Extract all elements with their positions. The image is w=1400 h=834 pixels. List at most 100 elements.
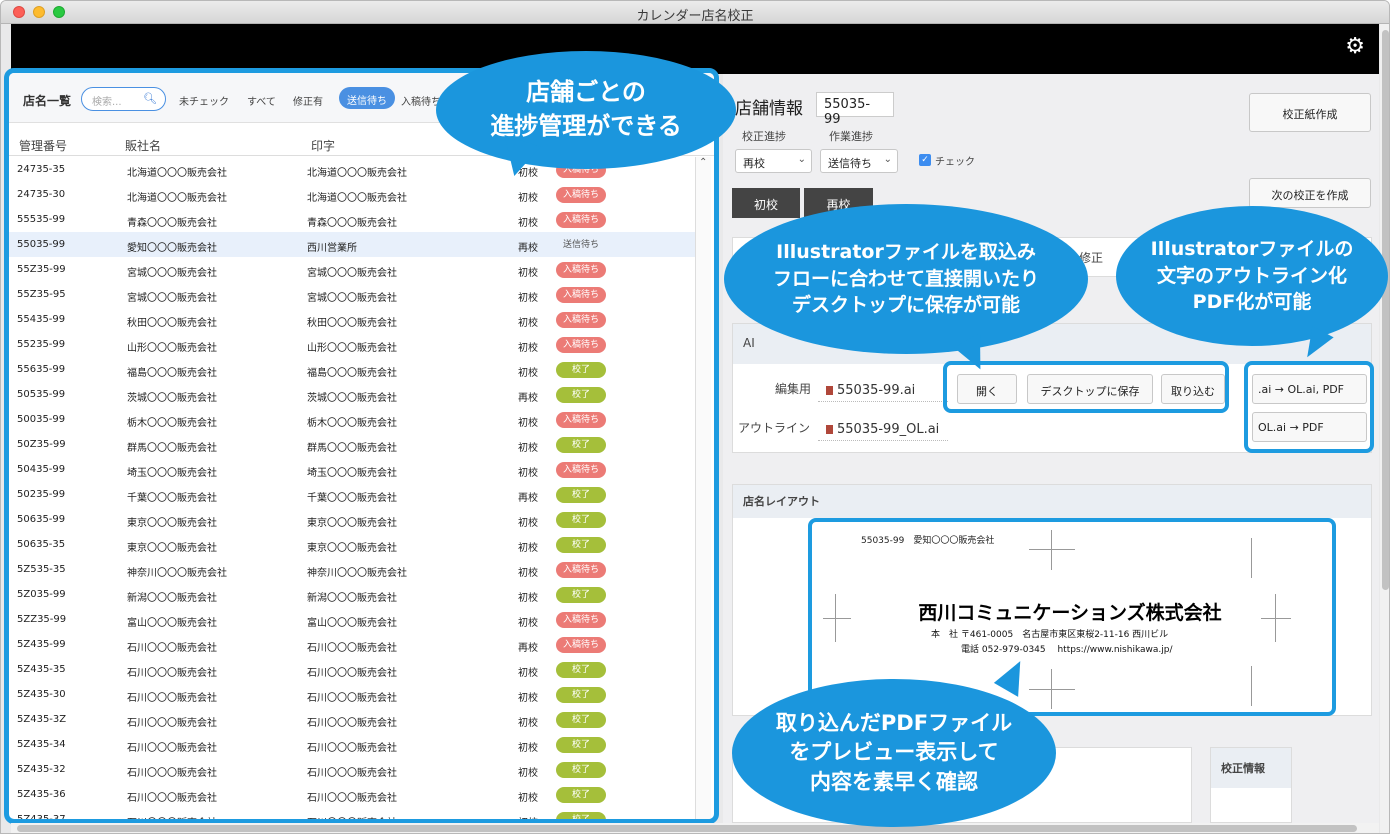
shop-id-field[interactable]: 55035-99: [816, 92, 894, 127]
table-row[interactable]: 5Z435-36 石川〇〇〇販売会社 石川〇〇〇販売会社 初校 校了: [9, 782, 697, 807]
proof-progress-select[interactable]: 再校 ⌄: [735, 149, 812, 173]
search-input[interactable]: 検索... 🔍︎: [81, 87, 166, 111]
tab-first-proof[interactable]: 初校: [732, 188, 800, 218]
filter-unchecked[interactable]: 未チェック: [179, 93, 229, 108]
table-row[interactable]: 5Z435-99 石川〇〇〇販売会社 石川〇〇〇販売会社 再校 入稿待ち: [9, 632, 697, 657]
highlight-frame: [1244, 361, 1374, 453]
filter-all[interactable]: すべて: [247, 93, 276, 108]
row-print: 北海道〇〇〇販売会社: [307, 168, 407, 179]
table-row[interactable]: 55435-99 秋田〇〇〇販売会社 秋田〇〇〇販売会社 初校 入稿待ち: [9, 307, 697, 332]
row-print: 石川〇〇〇販売会社: [307, 643, 397, 654]
work-progress-value: 送信待ち: [828, 157, 872, 170]
create-proof-button[interactable]: 校正紙作成: [1249, 93, 1371, 132]
scroll-thumb[interactable]: [1382, 30, 1389, 590]
row-print: 東京〇〇〇販売会社: [307, 518, 397, 529]
table-row[interactable]: 5Z535-35 神奈川〇〇〇販売会社 神奈川〇〇〇販売会社 初校 入稿待ち: [9, 557, 697, 582]
row-id: 55Z35-95: [17, 289, 66, 300]
row-stage: 初校: [518, 793, 538, 804]
row-dealer: 秋田〇〇〇販売会社: [127, 318, 217, 329]
table-row[interactable]: 55Z35-95 宮城〇〇〇販売会社 宮城〇〇〇販売会社 初校 入稿待ち: [9, 282, 697, 307]
table-row[interactable]: 5Z435-3Z 石川〇〇〇販売会社 石川〇〇〇販売会社 初校 校了: [9, 707, 697, 732]
table-row[interactable]: 55635-99 福島〇〇〇販売会社 福島〇〇〇販売会社 初校 校了: [9, 357, 697, 382]
gear-icon[interactable]: ⚙: [1345, 36, 1365, 58]
filter-fixed[interactable]: 修正有: [293, 93, 323, 108]
window-horizontal-scrollbar[interactable]: [11, 823, 1379, 833]
row-id: 50435-99: [17, 464, 66, 475]
status-badge: 校了: [556, 537, 606, 553]
row-id: 50635-99: [17, 514, 66, 525]
row-print: 茨城〇〇〇販売会社: [307, 393, 397, 404]
table-row[interactable]: 5Z435-30 石川〇〇〇販売会社 石川〇〇〇販売会社 初校 校了: [9, 682, 697, 707]
table-row[interactable]: 50635-99 東京〇〇〇販売会社 東京〇〇〇販売会社 初校 校了: [9, 507, 697, 532]
column-id[interactable]: 管理番号: [19, 137, 67, 154]
row-stage: 初校: [518, 618, 538, 629]
status-badge: 入稿待ち: [556, 262, 606, 278]
scroll-thumb[interactable]: [17, 825, 1357, 832]
table-row[interactable]: 55535-99 青森〇〇〇販売会社 青森〇〇〇販売会社 初校 入稿待ち: [9, 207, 697, 232]
shop-list-title: 店名一覧: [23, 94, 72, 108]
status-badge: 校了: [556, 487, 606, 503]
table-row[interactable]: 50035-99 栃木〇〇〇販売会社 栃木〇〇〇販売会社 初校 入稿待ち: [9, 407, 697, 432]
status-badge: 入稿待ち: [556, 412, 606, 428]
edit-file[interactable]: 55035-99.ai: [826, 383, 915, 398]
table-row[interactable]: 55235-99 山形〇〇〇販売会社 山形〇〇〇販売会社 初校 入稿待ち: [9, 332, 697, 357]
status-badge: 入稿待ち: [556, 337, 606, 353]
table-row[interactable]: 5Z435-37 石川〇〇〇販売会社 石川〇〇〇販売会社 初校 校了: [9, 807, 697, 819]
row-dealer: 石川〇〇〇販売会社: [127, 693, 217, 704]
table-row[interactable]: 5ZZ35-99 富山〇〇〇販売会社 富山〇〇〇販売会社 初校 入稿待ち: [9, 607, 697, 632]
check-checkbox[interactable]: ✓: [919, 154, 931, 166]
column-dealer[interactable]: 販社名: [125, 137, 161, 154]
top-toolbar: ⚙: [11, 24, 1379, 74]
table-row[interactable]: 55035-99 愛知〇〇〇販売会社 西川営業所 再校 送信待ち: [9, 232, 697, 257]
chevron-up-icon[interactable]: ⌃: [699, 157, 707, 168]
table-row[interactable]: 50535-99 茨城〇〇〇販売会社 茨城〇〇〇販売会社 再校 校了: [9, 382, 697, 407]
row-dealer: 千葉〇〇〇販売会社: [127, 493, 217, 504]
row-id: 55535-99: [17, 214, 66, 225]
table-row[interactable]: 50635-35 東京〇〇〇販売会社 東京〇〇〇販売会社 初校 校了: [9, 532, 697, 557]
table-row[interactable]: 5Z435-35 石川〇〇〇販売会社 石川〇〇〇販売会社 初校 校了: [9, 657, 697, 682]
filter-waiting-submit[interactable]: 入稿待ち: [401, 93, 441, 108]
row-print: 新潟〇〇〇販売会社: [307, 593, 397, 604]
row-stage: 初校: [518, 468, 538, 479]
row-id: 55035-99: [17, 239, 66, 250]
status-badge: 校了: [556, 662, 606, 678]
divider: [818, 440, 948, 441]
row-dealer: 北海道〇〇〇販売会社: [127, 168, 227, 179]
row-id: 50Z35-99: [17, 439, 66, 450]
table-row[interactable]: 5Z435-32 石川〇〇〇販売会社 石川〇〇〇販売会社 初校 校了: [9, 757, 697, 782]
row-dealer: 茨城〇〇〇販売会社: [127, 393, 217, 404]
window-vertical-scrollbar[interactable]: [1380, 24, 1389, 833]
column-print[interactable]: 印字: [311, 137, 335, 154]
row-print: 石川〇〇〇販売会社: [307, 743, 397, 754]
row-stage: 再校: [518, 243, 538, 254]
row-dealer: 山形〇〇〇販売会社: [127, 343, 217, 354]
table-row[interactable]: 5Z435-34 石川〇〇〇販売会社 石川〇〇〇販売会社 初校 校了: [9, 732, 697, 757]
table-row[interactable]: 24735-30 北海道〇〇〇販売会社 北海道〇〇〇販売会社 初校 入稿待ち: [9, 182, 697, 207]
row-stage: 初校: [518, 293, 538, 304]
row-dealer: 石川〇〇〇販売会社: [127, 768, 217, 779]
work-progress-select[interactable]: 送信待ち ⌄: [820, 149, 898, 173]
next-proof-button[interactable]: 次の校正を作成: [1249, 178, 1371, 208]
row-id: 55635-99: [17, 364, 66, 375]
row-stage: 初校: [518, 518, 538, 529]
filter-waiting-send[interactable]: 送信待ち: [339, 87, 395, 109]
status-badge: 入稿待ち: [556, 637, 606, 653]
table-row[interactable]: 50435-99 埼玉〇〇〇販売会社 埼玉〇〇〇販売会社 初校 入稿待ち: [9, 457, 697, 482]
table-row[interactable]: 50235-99 千葉〇〇〇販売会社 千葉〇〇〇販売会社 再校 校了: [9, 482, 697, 507]
row-stage: 初校: [518, 368, 538, 379]
row-id: 5Z435-36: [17, 789, 66, 800]
table-row[interactable]: 55Z35-99 宮城〇〇〇販売会社 宮城〇〇〇販売会社 初校 入稿待ち: [9, 257, 697, 282]
row-dealer: 石川〇〇〇販売会社: [127, 743, 217, 754]
status-badge: 校了: [556, 737, 606, 753]
outline-file[interactable]: 55035-99_OL.ai: [826, 422, 939, 437]
row-stage: 再校: [518, 493, 538, 504]
layout-section-heading: 店名レイアウト: [733, 485, 1371, 518]
callout-line: 進捗管理ができる: [490, 112, 682, 140]
callout-line: 店舗ごとの: [526, 78, 646, 107]
table-row[interactable]: 5Z035-99 新潟〇〇〇販売会社 新潟〇〇〇販売会社 初校 校了: [9, 582, 697, 607]
table-row[interactable]: 50Z35-99 群馬〇〇〇販売会社 群馬〇〇〇販売会社 初校 校了: [9, 432, 697, 457]
row-print: 石川〇〇〇販売会社: [307, 793, 397, 804]
search-icon[interactable]: 🔍︎: [143, 92, 157, 105]
list-scrollbar[interactable]: ⌃: [695, 157, 711, 819]
row-stage: 初校: [518, 543, 538, 554]
